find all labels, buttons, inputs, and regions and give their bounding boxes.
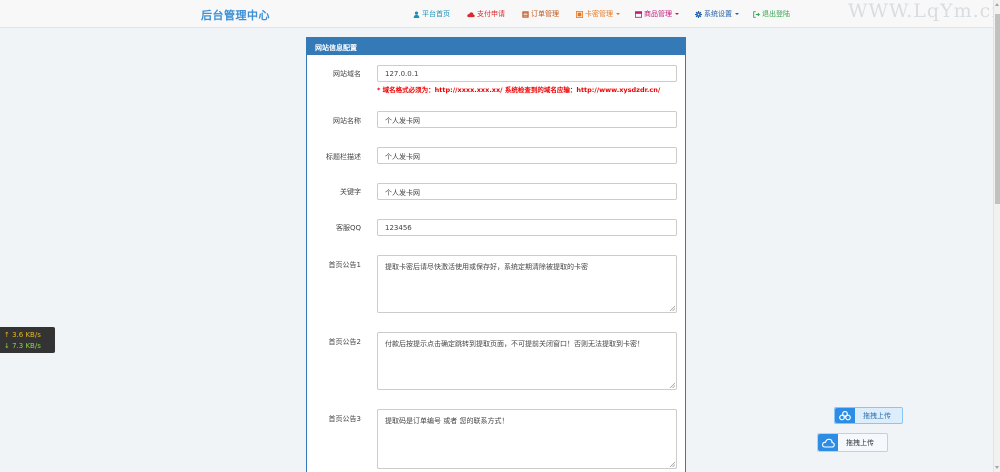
domain-hint: * 域名格式必须为：http://xxxx.xxx.xx/ 系统检查到的域名应输… [377, 86, 661, 94]
nav-orders[interactable]: 订单管理 [522, 9, 559, 19]
cloud-upload-icon [818, 434, 838, 451]
brand-title[interactable]: 后台管理中心 [201, 7, 270, 23]
user-icon [413, 10, 420, 18]
chevron-down-icon [616, 13, 620, 15]
field-label: 首页公告1 [328, 261, 361, 269]
top-navbar: 后台管理中心 平台首页 支付申请 订单管理 卡密管理 商品管理 系统设置 退出登… [0, 0, 1000, 28]
network-speed-widget: ↑ 3.6 KB/s ↓ 7.3 KB/s [0, 327, 55, 353]
site-domain-input[interactable]: 127.0.0.1 [377, 65, 677, 82]
notice-1-textarea[interactable]: 提取卡密后请尽快激活使用或保存好，系统定期清除被提取的卡密 [377, 255, 677, 313]
watermark: WWW.LqYm.cn [848, 0, 1000, 22]
nav-system-settings-label: 系统设置 [704, 10, 732, 18]
chevron-down-icon [735, 13, 739, 15]
field-label: 客服QQ [335, 224, 361, 232]
nav-product-management[interactable]: 商品管理 [635, 9, 679, 19]
keywords-input[interactable]: 个人发卡网 [377, 183, 677, 200]
notice-1-text: 提取卡密后请尽快激活使用或保存好，系统定期清除被提取的卡密 [385, 263, 588, 271]
nav-home[interactable]: 平台首页 [413, 9, 450, 19]
notice-3-text: 提取码是订单编号 或者 您的联系方式！ [385, 417, 509, 425]
gear-icon [695, 10, 702, 18]
field-label: 网站域名 [333, 70, 361, 78]
nav-system-settings[interactable]: 系统设置 [695, 9, 739, 19]
nav-card-management-label: 卡密管理 [585, 10, 613, 18]
scroll-down-icon[interactable] [995, 466, 999, 469]
notice-2-text: 付款后按提示点击确定跳转到提取页面，不可提前关闭窗口！否则无法提取到卡密！ [385, 340, 644, 348]
list-icon [522, 10, 529, 18]
nav-product-management-label: 商品管理 [644, 10, 672, 18]
field-label: 网站名称 [333, 117, 361, 125]
box-icon [635, 10, 642, 18]
support-qq-input[interactable]: 123456 [377, 219, 677, 236]
nav-home-label: 平台首页 [422, 10, 450, 18]
field-label: 首页公告2 [328, 338, 361, 346]
card-icon [576, 10, 583, 18]
resize-grip-icon[interactable] [669, 461, 675, 467]
drag-upload-button[interactable]: 拖拽上传 [834, 407, 903, 424]
title-description-input[interactable]: 个人发卡网 [377, 147, 677, 164]
logout-icon [753, 10, 760, 18]
upload-speed: ↑ 3.6 KB/s [4, 331, 41, 339]
share-icon [835, 408, 855, 423]
scroll-up-icon[interactable] [995, 3, 999, 6]
site-name-input[interactable]: 个人发卡网 [377, 111, 677, 128]
drag-upload-label-2: 拖拽上传 [846, 438, 874, 447]
nav-card-management[interactable]: 卡密管理 [576, 9, 620, 19]
cloud-icon [467, 11, 475, 17]
chevron-down-icon [675, 13, 679, 15]
panel-title: 网站信息配置 [307, 38, 685, 55]
nav-logout-label: 退出登陆 [762, 10, 790, 18]
field-label: 标题栏描述 [326, 153, 361, 161]
notice-2-textarea[interactable]: 付款后按提示点击确定跳转到提取页面，不可提前关闭窗口！否则无法提取到卡密！ [377, 332, 677, 390]
resize-grip-icon[interactable] [669, 382, 675, 388]
scrollbar-thumb[interactable] [995, 14, 1000, 204]
field-label: 首页公告3 [328, 415, 361, 423]
nav-logout[interactable]: 退出登陆 [753, 9, 790, 19]
resize-grip-icon[interactable] [669, 305, 675, 311]
nav-payment-request[interactable]: 支付申请 [467, 9, 505, 19]
download-speed: ↓ 7.3 KB/s [4, 342, 41, 350]
drag-upload-button-2[interactable]: 拖拽上传 [817, 433, 888, 452]
field-label: 关键字 [340, 188, 361, 196]
nav-orders-label: 订单管理 [531, 10, 559, 18]
nav-payment-request-label: 支付申请 [477, 10, 505, 18]
drag-upload-label: 拖拽上传 [863, 411, 891, 420]
notice-3-textarea[interactable]: 提取码是订单编号 或者 您的联系方式！ [377, 409, 677, 469]
page-scrollbar[interactable] [993, 0, 1000, 472]
